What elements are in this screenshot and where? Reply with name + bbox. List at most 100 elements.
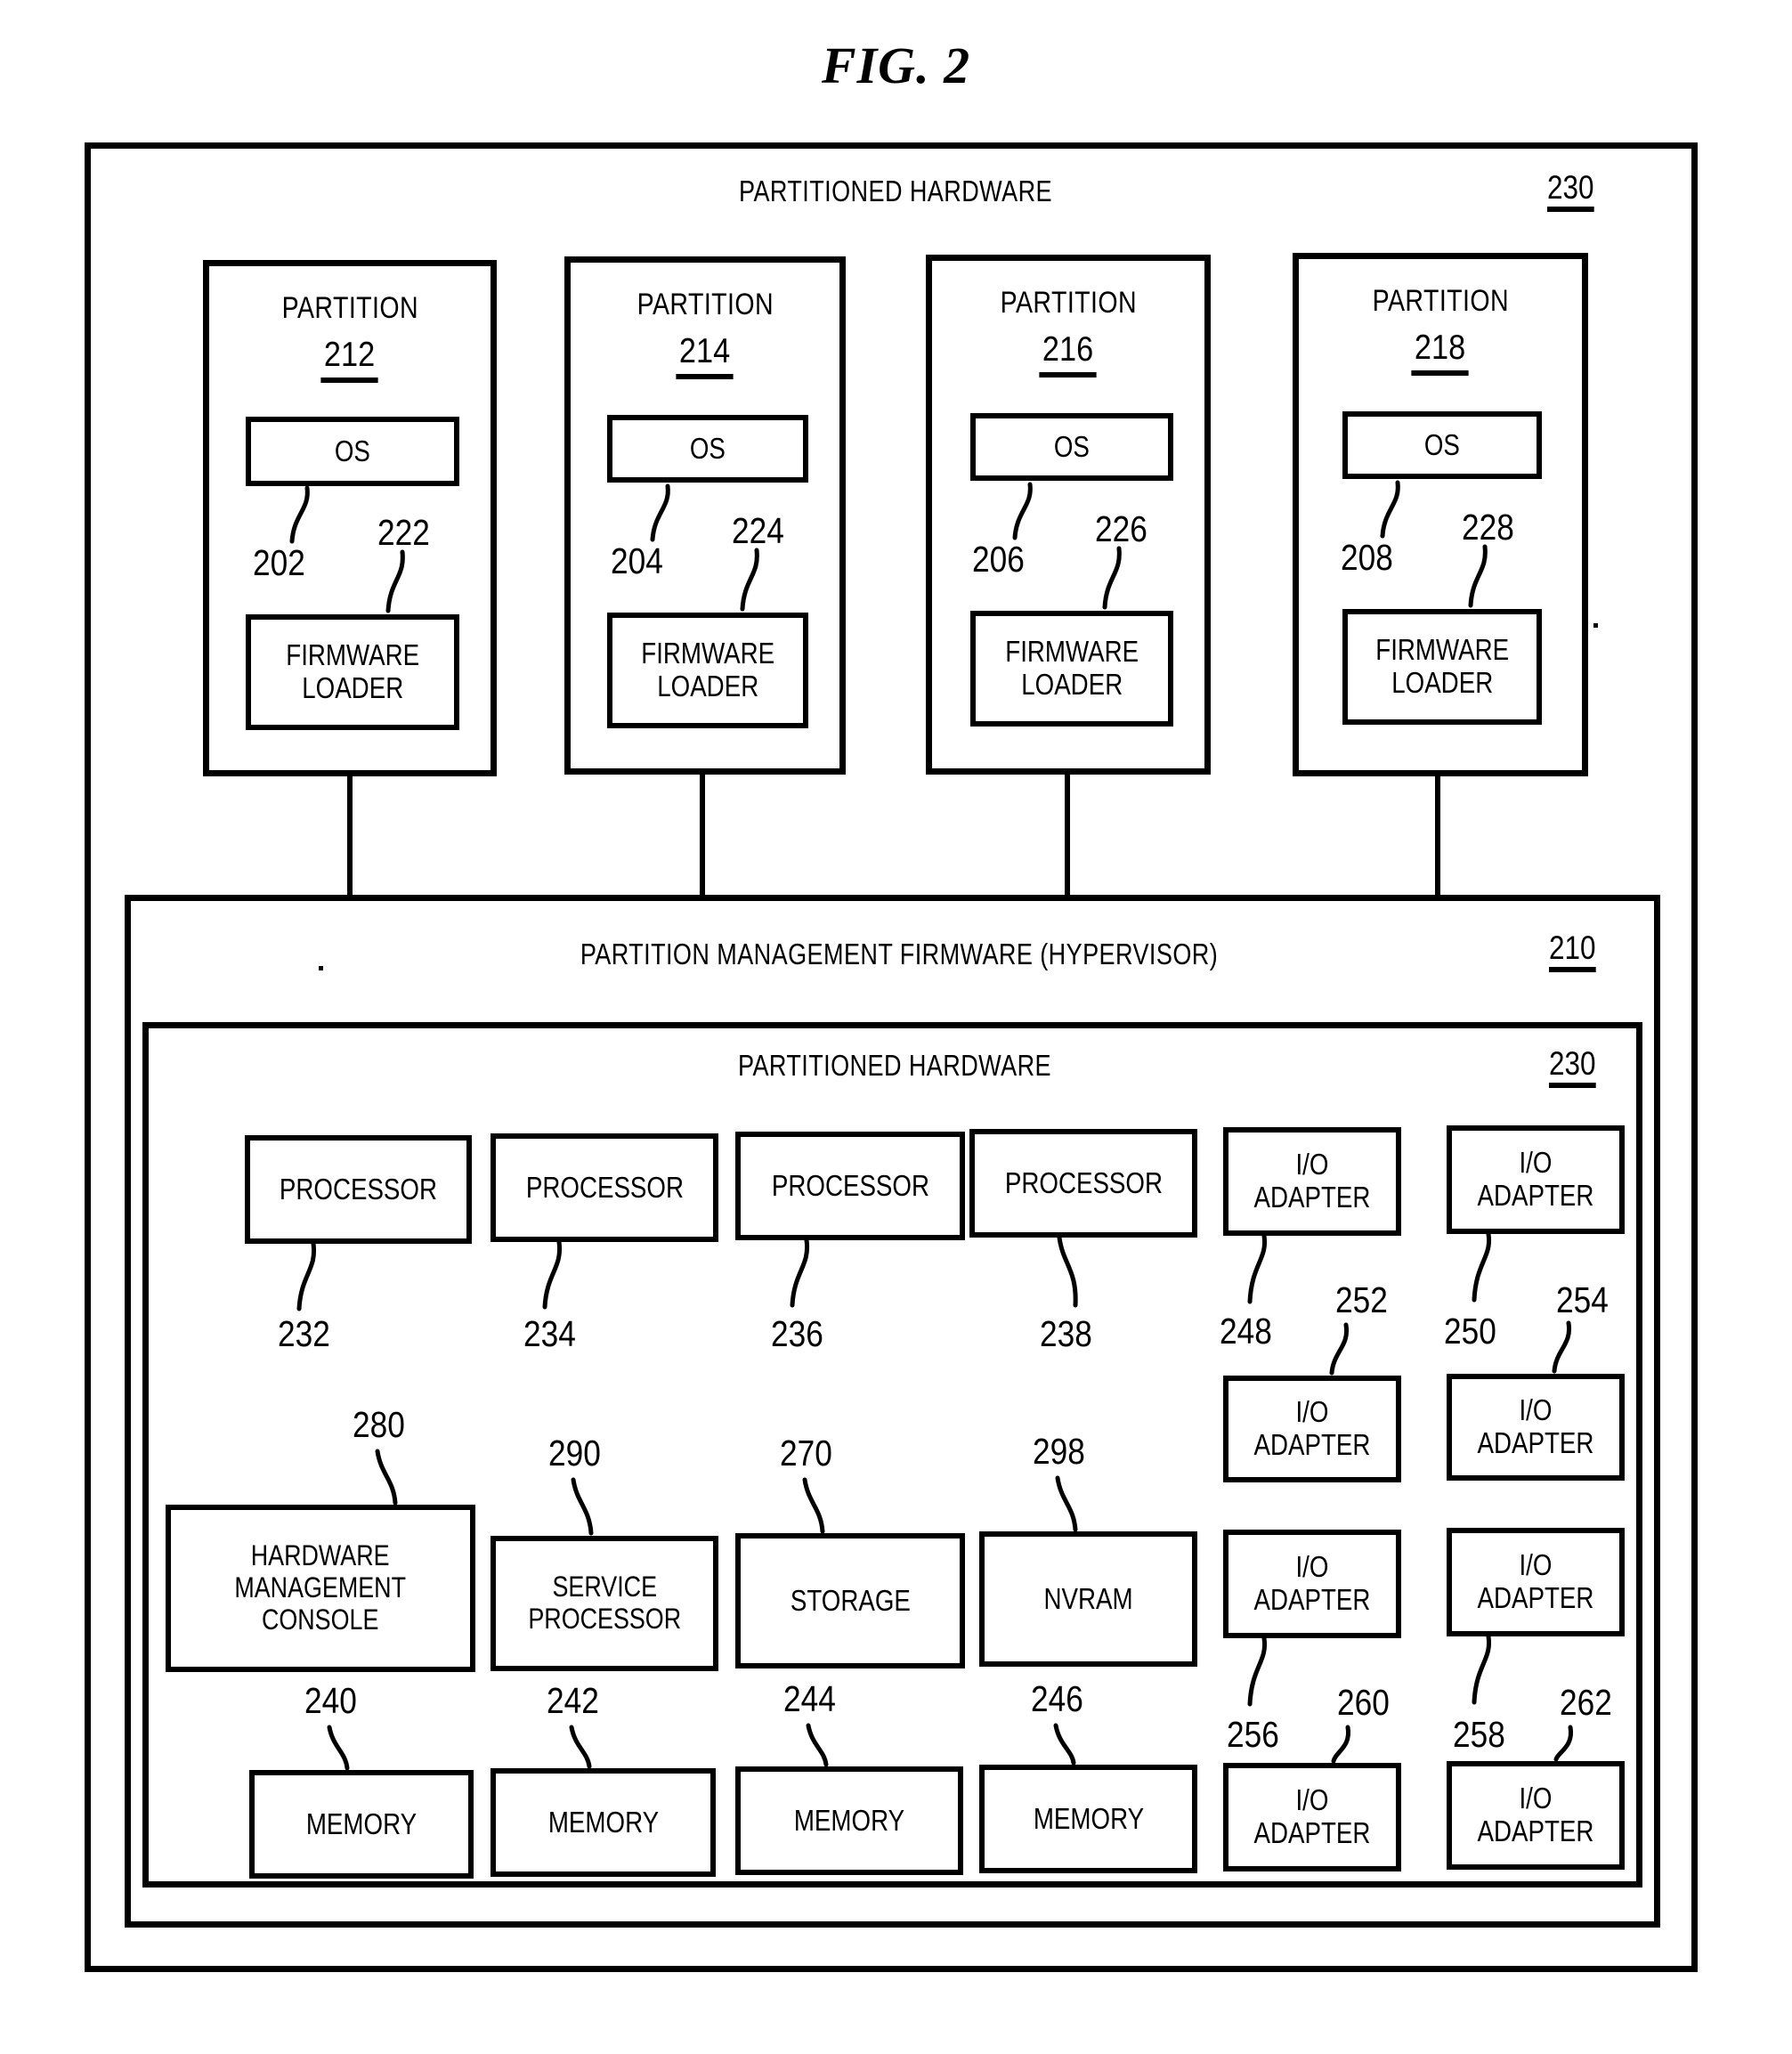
leader-ref-238: 238 bbox=[1040, 1313, 1092, 1354]
leader-ref-246: 246 bbox=[1031, 1678, 1083, 1719]
partition-ref-text-216: 216 bbox=[1039, 330, 1098, 378]
firmware-loader-label-214: FIRMWARE LOADER bbox=[641, 637, 774, 702]
memory-box-244[interactable]: MEMORY bbox=[735, 1766, 963, 1875]
io-adapter-box-250[interactable]: I/O ADAPTER bbox=[1447, 1125, 1625, 1234]
leader-ref-260: 260 bbox=[1337, 1682, 1390, 1723]
os-label-218: OS bbox=[1423, 427, 1461, 461]
io-adapter-box-248[interactable]: I/O ADAPTER bbox=[1223, 1127, 1401, 1236]
partition-ref-212: 212 bbox=[209, 336, 491, 383]
leader-ref-232: 232 bbox=[278, 1313, 330, 1354]
leader-ref-224: 224 bbox=[732, 510, 784, 551]
partition-connector-212 bbox=[347, 776, 353, 895]
io-adapter-label-252: I/O ADAPTER bbox=[1253, 1395, 1371, 1461]
leader-ref-254: 254 bbox=[1556, 1279, 1609, 1320]
partition-title-214: PARTITION bbox=[571, 288, 839, 322]
io-adapter-box-254[interactable]: I/O ADAPTER bbox=[1447, 1374, 1625, 1481]
processor-label-234: PROCESSOR bbox=[525, 1170, 684, 1204]
hardware-management-console-box-280[interactable]: HARDWARE MANAGEMENT CONSOLE bbox=[166, 1505, 475, 1672]
partition-connector-218 bbox=[1435, 776, 1440, 895]
leader-ref-236: 236 bbox=[771, 1313, 823, 1354]
io-adapter-label-250: I/O ADAPTER bbox=[1477, 1146, 1594, 1212]
os-label-212: OS bbox=[334, 434, 371, 467]
service-processor-box-290[interactable]: SERVICE PROCESSOR bbox=[491, 1536, 718, 1671]
leader-ref-208: 208 bbox=[1341, 537, 1393, 578]
io-adapter-label-248: I/O ADAPTER bbox=[1253, 1148, 1371, 1214]
os-box-214[interactable]: OS bbox=[607, 415, 808, 483]
firmware-loader-box-212[interactable]: FIRMWARE LOADER bbox=[246, 614, 459, 730]
leader-ref-240: 240 bbox=[304, 1680, 357, 1721]
leader-ref-280: 280 bbox=[353, 1404, 405, 1445]
partition-ref-216: 216 bbox=[932, 330, 1204, 378]
hardware-ref-230: 230 bbox=[1549, 1047, 1596, 1088]
leader-ref-290: 290 bbox=[548, 1433, 601, 1474]
partition-title-218: PARTITION bbox=[1299, 284, 1582, 319]
partition-ref-214: 214 bbox=[571, 332, 839, 379]
leader-ref-242: 242 bbox=[547, 1680, 599, 1721]
io-adapter-box-256[interactable]: I/O ADAPTER bbox=[1223, 1530, 1401, 1638]
processor-box-236[interactable]: PROCESSOR bbox=[735, 1132, 965, 1240]
os-label-214: OS bbox=[689, 431, 726, 465]
partition-title-text-218: PARTITION bbox=[1372, 284, 1509, 318]
outer-ref-230: 230 bbox=[1547, 171, 1594, 212]
leader-ref-270: 270 bbox=[780, 1433, 832, 1474]
leader-ref-298: 298 bbox=[1033, 1431, 1085, 1472]
io-adapter-box-260[interactable]: I/O ADAPTER bbox=[1223, 1763, 1401, 1871]
firmware-loader-box-214[interactable]: FIRMWARE LOADER bbox=[607, 613, 808, 728]
os-box-216[interactable]: OS bbox=[970, 413, 1173, 481]
partition-title-212: PARTITION bbox=[209, 291, 491, 326]
partition-title-text-214: PARTITION bbox=[637, 288, 774, 321]
io-adapter-label-258: I/O ADAPTER bbox=[1477, 1548, 1594, 1614]
memory-label-242: MEMORY bbox=[547, 1805, 659, 1839]
leader-ref-228: 228 bbox=[1462, 507, 1514, 548]
leader-ref-206: 206 bbox=[972, 539, 1025, 580]
leader-ref-252: 252 bbox=[1335, 1279, 1388, 1320]
leader-ref-250: 250 bbox=[1444, 1311, 1496, 1352]
io-adapter-box-258[interactable]: I/O ADAPTER bbox=[1447, 1528, 1625, 1636]
io-adapter-box-262[interactable]: I/O ADAPTER bbox=[1447, 1761, 1625, 1870]
scan-speckle bbox=[319, 966, 323, 970]
memory-label-240: MEMORY bbox=[305, 1806, 418, 1840]
storage-box-270[interactable]: STORAGE bbox=[735, 1533, 965, 1668]
io-adapter-box-252[interactable]: I/O ADAPTER bbox=[1223, 1376, 1401, 1482]
processor-label-236: PROCESSOR bbox=[771, 1168, 929, 1202]
memory-label-246: MEMORY bbox=[1033, 1801, 1144, 1835]
storage-label-270: STORAGE bbox=[790, 1583, 911, 1617]
os-box-218[interactable]: OS bbox=[1342, 411, 1542, 479]
firmware-loader-label-216: FIRMWARE LOADER bbox=[1005, 635, 1139, 701]
io-adapter-label-256: I/O ADAPTER bbox=[1253, 1550, 1371, 1616]
hardware-management-console-label-280: HARDWARE MANAGEMENT CONSOLE bbox=[234, 1539, 407, 1636]
io-adapter-label-262: I/O ADAPTER bbox=[1477, 1782, 1594, 1847]
partition-title-216: PARTITION bbox=[932, 286, 1204, 321]
io-adapter-label-260: I/O ADAPTER bbox=[1253, 1783, 1371, 1849]
io-adapter-label-254: I/O ADAPTER bbox=[1477, 1393, 1594, 1459]
processor-box-238[interactable]: PROCESSOR bbox=[969, 1129, 1197, 1238]
firmware-loader-box-216[interactable]: FIRMWARE LOADER bbox=[970, 611, 1173, 727]
memory-box-240[interactable]: MEMORY bbox=[249, 1770, 474, 1879]
figure-title: FIG. 2 bbox=[821, 37, 971, 94]
outer-heading: PARTITIONED HARDWARE bbox=[738, 175, 1052, 207]
os-box-212[interactable]: OS bbox=[246, 417, 459, 486]
hypervisor-heading: PARTITION MANAGEMENT FIRMWARE (HYPERVISO… bbox=[580, 938, 1219, 970]
leader-ref-256: 256 bbox=[1227, 1714, 1279, 1755]
figure-canvas: FIG. 2 PARTITIONED HARDWARE 230 PARTITIO… bbox=[0, 0, 1792, 2054]
leader-ref-202: 202 bbox=[253, 542, 305, 583]
processor-label-238: PROCESSOR bbox=[1004, 1165, 1163, 1199]
hypervisor-ref-210: 210 bbox=[1549, 931, 1596, 972]
partition-connector-214 bbox=[700, 775, 705, 895]
memory-box-242[interactable]: MEMORY bbox=[491, 1768, 716, 1877]
nvram-box-298[interactable]: NVRAM bbox=[979, 1531, 1197, 1667]
partition-title-text-212: PARTITION bbox=[281, 291, 418, 325]
leader-ref-262: 262 bbox=[1560, 1682, 1612, 1723]
partition-ref-text-212: 212 bbox=[320, 336, 379, 383]
leader-ref-244: 244 bbox=[783, 1678, 836, 1719]
memory-box-246[interactable]: MEMORY bbox=[979, 1765, 1197, 1873]
partition-title-text-216: PARTITION bbox=[1000, 286, 1137, 320]
firmware-loader-label-212: FIRMWARE LOADER bbox=[286, 638, 419, 704]
firmware-loader-box-218[interactable]: FIRMWARE LOADER bbox=[1342, 609, 1542, 725]
processor-box-234[interactable]: PROCESSOR bbox=[491, 1133, 718, 1242]
partition-connector-216 bbox=[1065, 775, 1070, 895]
nvram-label-298: NVRAM bbox=[1043, 1581, 1133, 1615]
processor-label-232: PROCESSOR bbox=[279, 1172, 438, 1206]
processor-box-232[interactable]: PROCESSOR bbox=[245, 1135, 472, 1244]
leader-ref-248: 248 bbox=[1220, 1311, 1272, 1352]
